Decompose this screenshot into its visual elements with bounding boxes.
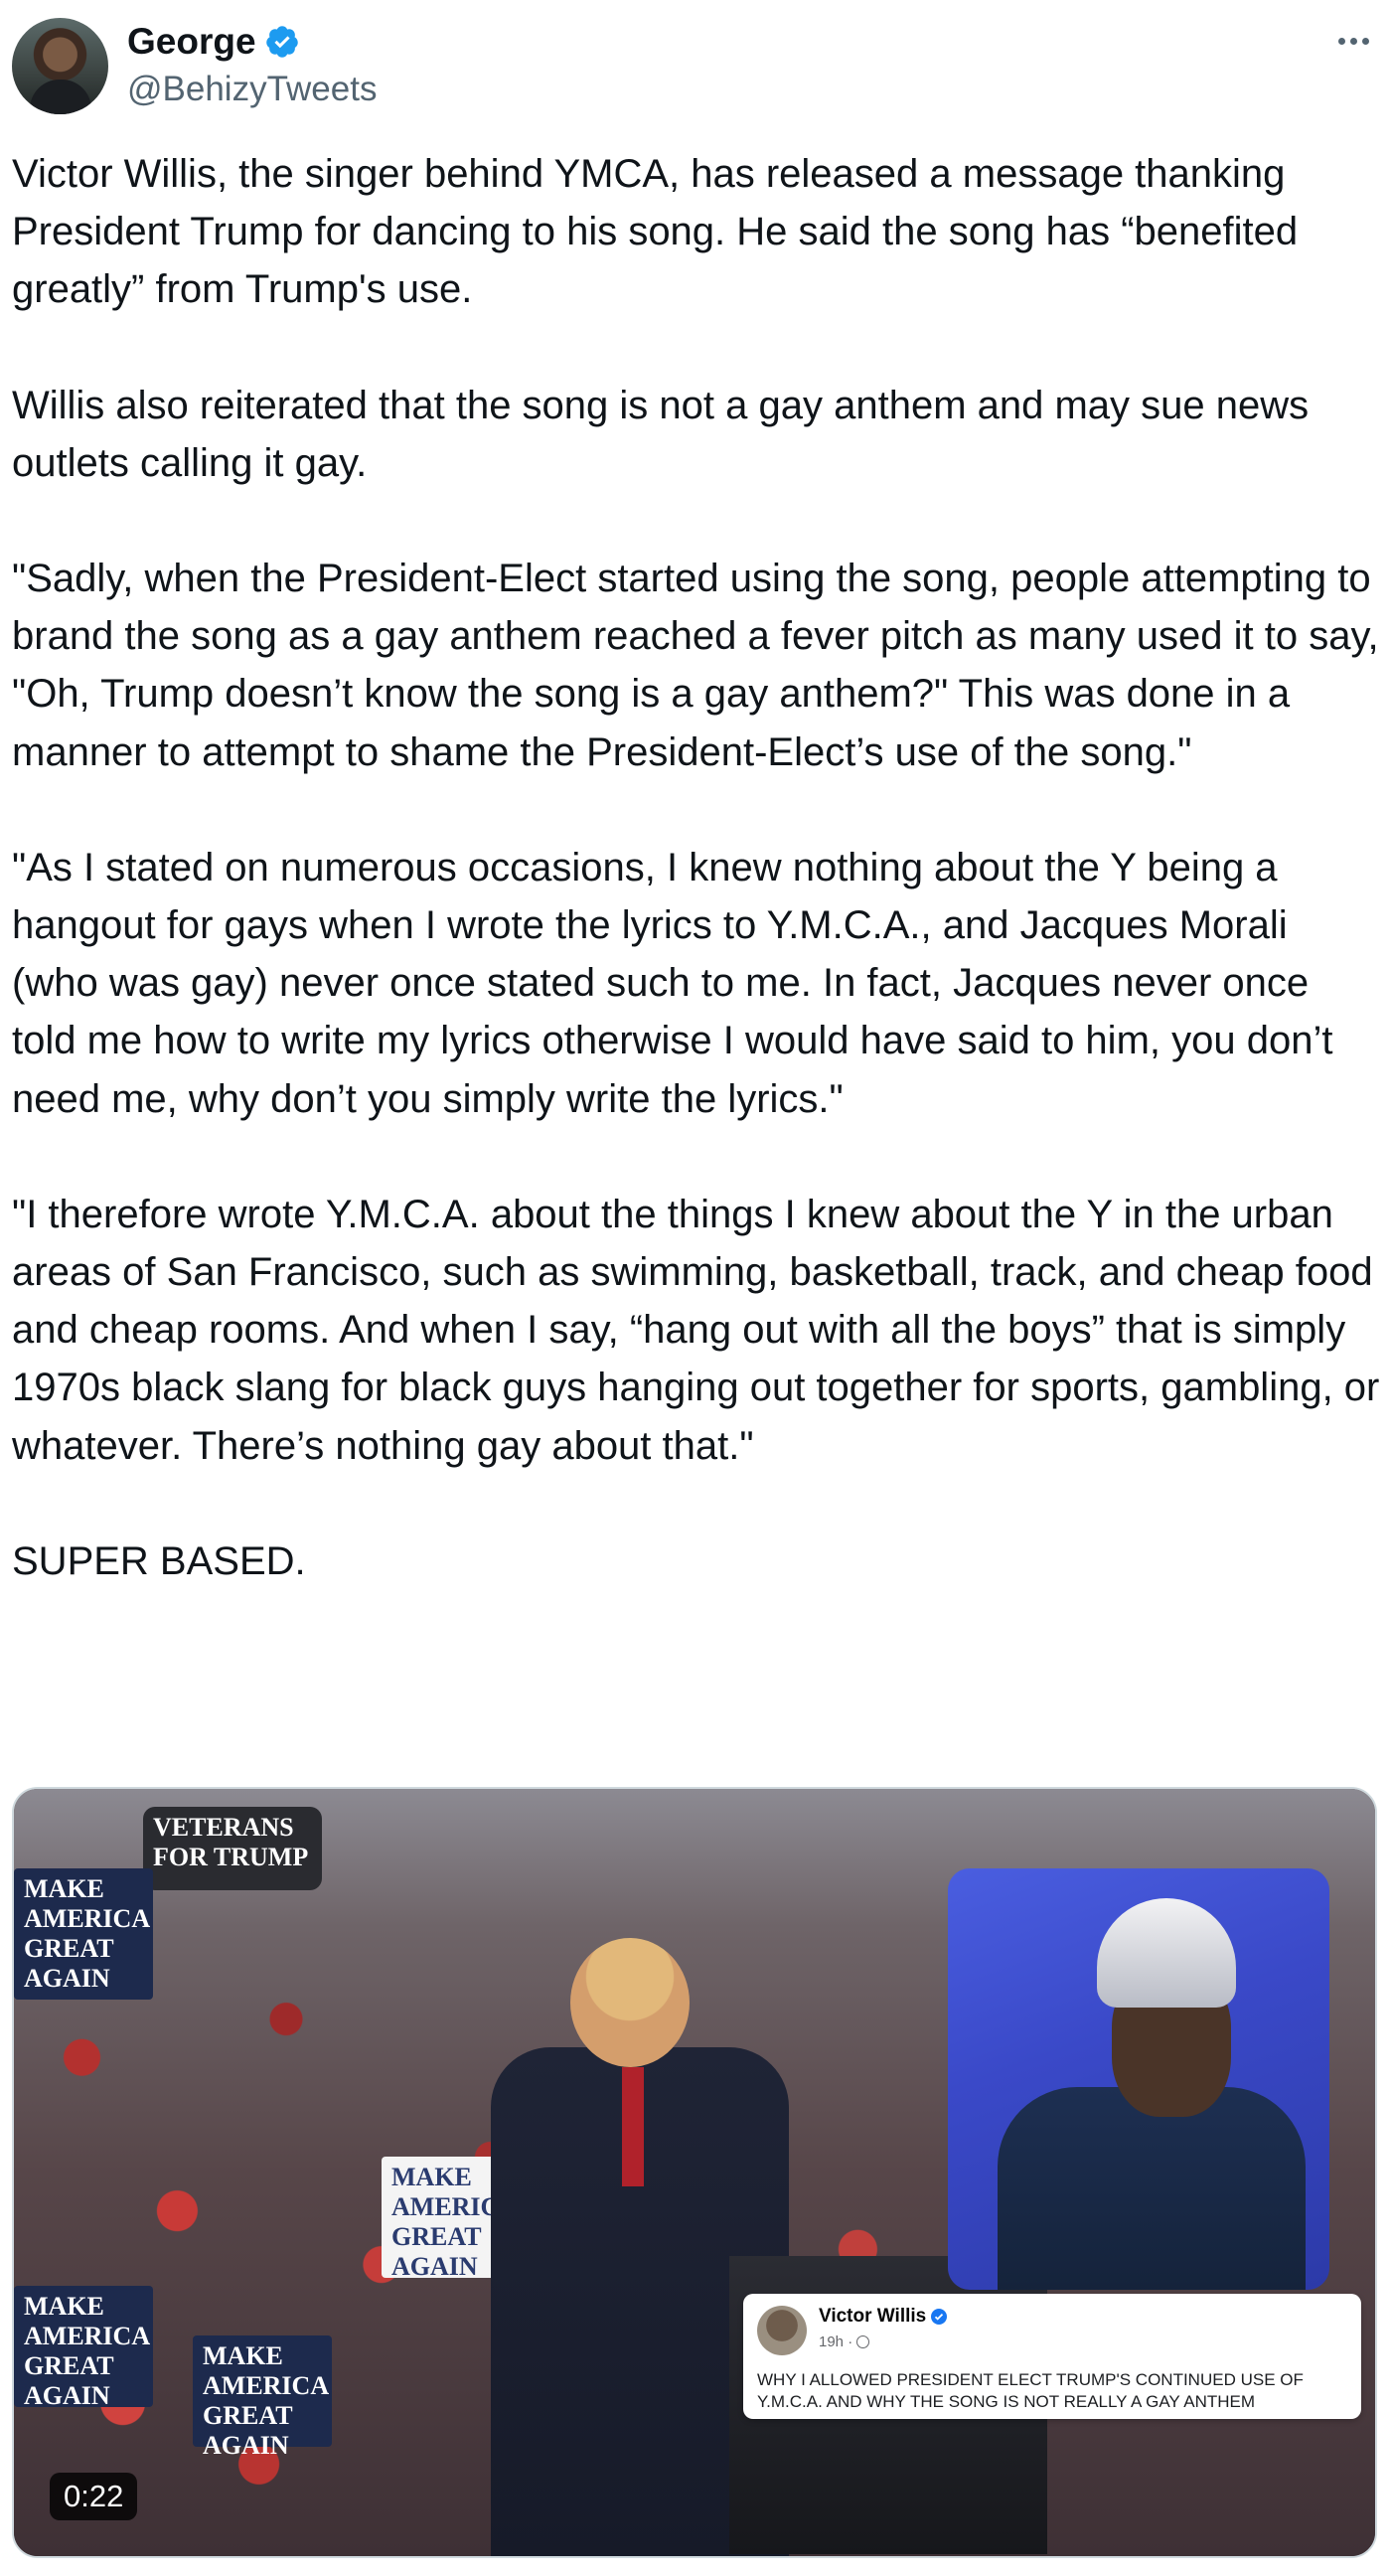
verified-badge-icon [931,2309,948,2325]
author-handle[interactable]: @BehizyTweets [127,68,377,111]
embedded-post-time: 19h · [819,2334,853,2350]
author-name-row: George [127,20,300,64]
rally-sign: MAKE AMERICA GREAT AGAIN [14,1868,153,2000]
inset-portrait-photo [948,1868,1329,2290]
tweet-paragraph: Willis also reiterated that the song is … [12,383,1310,485]
video-duration-badge: 0:22 [50,2473,138,2520]
tweet-paragraph: Victor Willis, the singer behind YMCA, h… [12,152,1299,312]
verified-badge-icon [265,26,298,58]
tweet-paragraph: "Sadly, when the President-Elect started… [12,557,1379,774]
embedded-post-text: WHY I ALLOWED PRESIDENT ELECT TRUMP'S CO… [757,2370,1304,2411]
video-player[interactable]: VETERANS FOR TRUMP MAKE AMERICA GREAT AG… [12,1787,1377,2558]
author-display-name[interactable]: George [127,20,256,64]
rally-sign: MAKE AMERICA GREAT AGAIN [14,2286,153,2410]
tweet-paragraph: "I therefore wrote Y.M.C.A. about the th… [12,1192,1380,1468]
embedded-post-avatar [757,2306,807,2355]
embedded-post-author-name: Victor Willis [819,2306,927,2327]
embedded-post-author: Victor Willis [819,2306,948,2328]
tweet-body: Victor Willis, the singer behind YMCA, h… [12,145,1383,1590]
more-options-icon[interactable] [1338,38,1369,45]
tweet-paragraph: SUPER BASED. [12,1538,306,1583]
author-avatar[interactable] [12,18,108,114]
rally-sign: VETERANS FOR TRUMP [143,1807,322,1890]
tweet-paragraph: "As I stated on numerous occasions, I kn… [12,845,1333,1121]
embedded-post-card: Victor Willis 19h · WHY I ALLOWED PRESID… [743,2294,1361,2419]
tweet-header: George @BehizyTweets [12,18,1379,117]
globe-icon [856,2335,870,2348]
embedded-post-meta: 19h · [819,2334,870,2350]
rally-sign: MAKE AMERICA GREAT AGAIN [193,2335,332,2460]
